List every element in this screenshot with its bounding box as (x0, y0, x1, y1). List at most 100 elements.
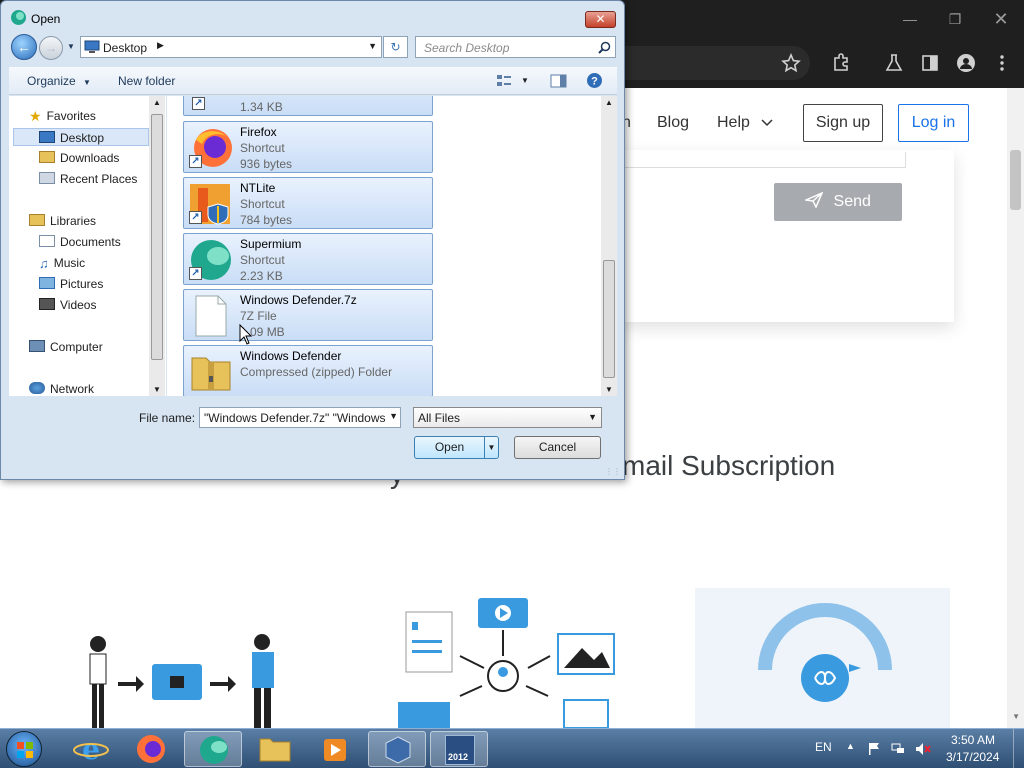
nav-scroll-up-icon[interactable]: ▲ (153, 98, 161, 107)
breadcrumb-desktop[interactable]: Desktop (103, 41, 147, 55)
file-tile-windows-defender-zip[interactable]: Windows Defender Compressed (zipped) Fol… (183, 345, 433, 396)
clock-time[interactable]: 3:50 AM (951, 733, 995, 747)
taskbar-virtualbox-vm[interactable]: 2012 (430, 731, 488, 767)
nav-favorites[interactable]: ★ Favorites (29, 107, 96, 125)
refresh-icon[interactable]: ↻ (383, 36, 408, 58)
network-label: Network (50, 382, 95, 396)
taskbar-internet-explorer[interactable]: e (62, 731, 120, 767)
file-list-scrollbar[interactable]: ▲ ▼ (601, 96, 617, 396)
organize-menu[interactable]: Organize ▼ (27, 74, 91, 88)
log-in-button[interactable]: Log in (898, 104, 969, 142)
dialog-title: Open (31, 12, 61, 26)
new-folder-button[interactable]: New folder (118, 74, 175, 88)
file-tile-windows-defender-7z[interactable]: Windows Defender.7z 7Z File 1.09 MB (183, 289, 433, 341)
sign-up-button[interactable]: Sign up (803, 104, 883, 142)
file-type-select[interactable]: All Files ▼ (413, 407, 602, 428)
navigation-pane-scrollbar[interactable]: ▲ ▼ (149, 96, 165, 396)
address-dropdown-icon[interactable]: ▼ (368, 41, 377, 51)
dialog-close-button[interactable]: ✕ (585, 11, 616, 28)
search-icon[interactable] (598, 41, 611, 54)
extensions-icon[interactable] (830, 52, 852, 74)
cancel-button[interactable]: Cancel (514, 436, 601, 459)
nav-network[interactable]: Network (29, 380, 94, 398)
file-scroll-up-icon[interactable]: ▲ (605, 98, 613, 107)
recent-locations-chevron-icon[interactable]: ▼ (67, 42, 75, 51)
nav-desktop[interactable]: Desktop (13, 128, 149, 146)
restore-icon[interactable]: ❐ (940, 8, 970, 30)
volume-muted-icon[interactable] (914, 741, 932, 757)
file-tile[interactable]: ↗ 1.34 KB (183, 96, 433, 116)
file-tile-ntlite[interactable]: ↗ NTLite Shortcut 784 bytes (183, 177, 433, 229)
bookmark-star-icon[interactable] (780, 52, 802, 74)
start-button-windows-icon[interactable] (6, 731, 42, 767)
clock-date[interactable]: 3/17/2024 (946, 750, 999, 764)
open-file-dialog: Open ✕ ← → ▼ Desktop ▶ ▼ ↻ Search Deskto… (0, 0, 625, 480)
file-list-scroll-thumb[interactable] (603, 260, 615, 378)
nav-scroll-down-icon[interactable]: ▼ (153, 385, 161, 394)
navigation-pane-scroll-thumb[interactable] (151, 114, 163, 360)
address-breadcrumb[interactable]: Desktop ▶ ▼ (80, 36, 382, 58)
file-name: Firefox (240, 125, 277, 139)
forward-arrow-icon[interactable]: → (39, 36, 63, 60)
email-input[interactable] (622, 152, 906, 168)
media-player-icon (324, 739, 346, 761)
file-tile-supermium[interactable]: ↗ Supermium Shortcut 2.23 KB (183, 233, 433, 285)
minimize-icon[interactable]: — (895, 8, 925, 30)
view-options-chevron-icon[interactable]: ▼ (521, 76, 529, 85)
search-input[interactable]: Search Desktop (415, 36, 616, 58)
taskbar: e 2012 EN ▲ 3:50 AM 3/17/2024 (0, 728, 1024, 768)
file-type-dropdown-icon[interactable]: ▼ (588, 412, 597, 422)
menu-kebab-icon[interactable] (991, 52, 1013, 74)
file-tile-firefox[interactable]: ↗ Firefox Shortcut 936 bytes (183, 121, 433, 173)
taskbar-supermium[interactable] (184, 731, 242, 767)
file-name-dropdown-icon[interactable]: ▼ (386, 411, 398, 421)
side-panel-icon[interactable] (919, 52, 941, 74)
nav-recent-places[interactable]: Recent Places (39, 170, 137, 188)
file-name-input[interactable]: "Windows Defender.7z" "Windows ▼ (199, 407, 401, 428)
language-indicator[interactable]: EN (815, 740, 832, 754)
open-label: Open (434, 440, 465, 454)
nav-downloads[interactable]: Downloads (39, 149, 119, 167)
file-name: Supermium (240, 237, 302, 251)
address-bar[interactable] (600, 46, 810, 80)
vm-2012-icon: 2012 (445, 735, 475, 765)
labs-flask-icon[interactable] (883, 52, 905, 74)
close-window-icon[interactable]: ✕ (986, 8, 1016, 30)
music-label: Music (53, 256, 86, 270)
nav-music[interactable]: ♫ Music (39, 254, 85, 272)
nav-documents[interactable]: Documents (39, 233, 121, 251)
taskbar-virtualbox[interactable] (368, 731, 426, 767)
nav-link-help[interactable]: Help (717, 114, 774, 132)
show-hidden-icons-icon[interactable]: ▲ (846, 741, 855, 751)
nav-link-blog[interactable]: Blog (657, 114, 689, 132)
windows-logo-icon (17, 742, 33, 758)
profile-avatar-icon[interactable] (955, 52, 977, 74)
nav-computer[interactable]: Computer (29, 338, 103, 356)
nav-pictures[interactable]: Pictures (39, 275, 103, 293)
resize-grip-icon[interactable]: ⋮⋮ (605, 467, 621, 476)
downloads-folder-icon (39, 151, 55, 163)
nav-videos[interactable]: Videos (39, 296, 96, 314)
network-content-illustration (398, 598, 615, 728)
help-icon[interactable]: ? (586, 72, 603, 89)
breadcrumb-separator-icon[interactable]: ▶ (157, 40, 164, 51)
scroll-down-arrow-icon[interactable]: ▼ (1012, 712, 1020, 721)
send-button[interactable]: Send (774, 183, 902, 221)
taskbar-media-player[interactable] (306, 731, 364, 767)
change-view-icon[interactable] (496, 74, 512, 88)
show-desktop-button[interactable] (1013, 729, 1024, 768)
videos-icon (39, 298, 55, 310)
file-name: Windows Defender.7z (240, 293, 357, 307)
page-scrollbar-thumb[interactable] (1010, 150, 1021, 210)
dialog-toolbar: Organize ▼ New folder ▼ ? (9, 67, 617, 95)
nav-libraries[interactable]: Libraries (29, 212, 96, 230)
taskbar-file-explorer[interactable] (246, 731, 304, 767)
preview-pane-icon[interactable] (550, 74, 567, 88)
open-split-arrow-icon[interactable]: ▼ (484, 437, 498, 458)
action-center-flag-icon[interactable] (866, 741, 882, 757)
open-button[interactable]: Open ▼ (414, 436, 499, 459)
back-arrow-icon[interactable]: ← (11, 34, 37, 60)
file-scroll-down-icon[interactable]: ▼ (605, 385, 613, 394)
network-tray-icon[interactable] (890, 741, 906, 757)
taskbar-firefox[interactable] (122, 731, 180, 767)
